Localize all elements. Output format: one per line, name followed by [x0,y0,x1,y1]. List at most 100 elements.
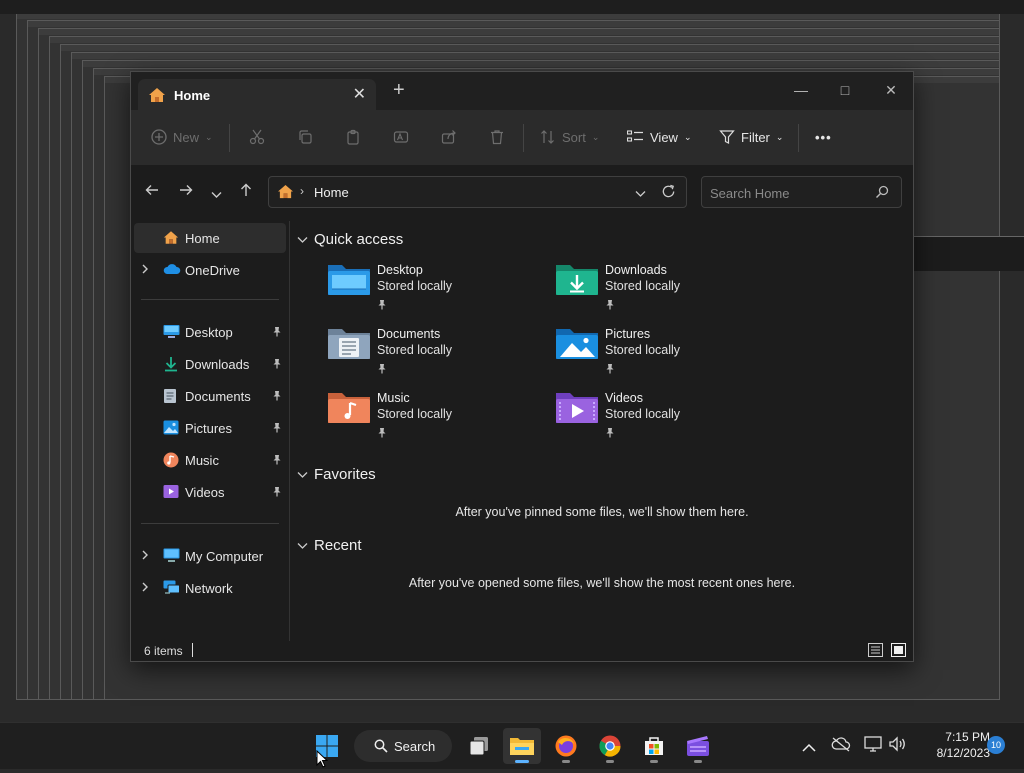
search-box[interactable] [701,176,902,208]
more-options-button[interactable]: ••• [815,126,832,148]
quick-access-location: Stored locally [377,343,453,357]
tab-close-icon[interactable]: ✕ [353,84,366,104]
sidebar-item-label: Documents [185,389,251,404]
music-folder-icon [327,389,371,430]
forward-button[interactable] [179,183,193,202]
firefox-taskbar-button[interactable] [547,728,585,764]
sidebar-item-onedrive[interactable]: OneDrive [134,255,286,285]
clipchamp-taskbar-button[interactable] [679,728,717,764]
sidebar-item-documents[interactable]: Documents [134,381,286,411]
copy-button[interactable] [297,126,313,148]
quick-access-item-documents[interactable]: Documents Stored locally [327,325,547,385]
up-button[interactable] [239,183,253,202]
plus-circle-icon [151,129,167,145]
pin-icon [605,297,615,315]
sidebar-item-network[interactable]: Network [134,573,286,603]
download-icon [163,356,179,375]
chevron-down-icon: ⌄ [591,131,600,142]
status-separator [192,643,193,657]
recent-header[interactable]: Recent [297,537,362,554]
show-hidden-icons-button[interactable] [802,739,816,757]
sidebar-item-downloads[interactable]: Downloads [134,349,286,379]
chevron-right-icon[interactable] [140,548,150,565]
breadcrumb-home[interactable]: Home [314,185,349,200]
status-bar: 6 items [131,641,913,661]
quick-access-header[interactable]: Quick access [297,231,403,248]
filter-button[interactable]: Filter ⌄ [719,126,783,148]
quick-access-item-music[interactable]: Music Stored locally [327,389,547,449]
new-button[interactable]: New ⌄ [151,126,213,148]
file-explorer-taskbar-button[interactable] [503,728,541,764]
search-icon[interactable] [875,185,889,204]
active-indicator [515,760,529,763]
clock-time: 7:15 PM [945,730,990,744]
view-button[interactable]: View ⌄ [627,126,692,148]
chrome-taskbar-button[interactable] [591,728,629,764]
background-window-bar [83,61,999,67]
back-button[interactable] [145,183,159,202]
task-view-button[interactable] [460,728,498,764]
home-icon [277,184,294,204]
cut-button[interactable] [249,126,265,148]
quick-access-location: Stored locally [377,279,453,293]
paste-button[interactable] [345,126,361,148]
clock[interactable]: 7:15 PM 8/12/2023 [910,729,990,761]
quick-access-item-videos[interactable]: Videos Stored locally [555,389,775,449]
new-tab-button[interactable]: + [393,79,405,102]
taskbar-search-button[interactable]: Search [354,730,452,762]
delete-button[interactable] [489,126,505,148]
quick-access-location: Stored locally [605,407,681,421]
search-input[interactable] [708,183,872,203]
scissors-icon [249,129,265,145]
sort-icon [541,130,554,144]
quick-access-item-downloads[interactable]: Downloads Stored locally [555,261,775,321]
chevron-right-icon[interactable] [140,262,150,279]
rename-button[interactable] [393,126,409,148]
home-icon [148,87,166,108]
sidebar-item-videos[interactable]: Videos [134,477,286,507]
store-taskbar-button[interactable] [635,728,673,764]
rename-icon [393,131,409,143]
quick-access-title: Quick access [314,231,404,248]
sidebar-item-music[interactable]: Music [134,445,286,475]
address-bar[interactable]: › Home [268,176,687,208]
arrow-up-icon [241,183,251,196]
chevron-down-icon [297,542,308,549]
pin-icon [272,325,282,340]
sidebar-item-label: Music [185,453,219,468]
notification-badge[interactable]: 10 [987,736,1005,754]
onedrive-tray-button[interactable] [831,736,851,757]
sidebar-item-desktop[interactable]: Desktop [134,317,286,347]
quick-access-item-desktop[interactable]: Desktop Stored locally [327,261,547,321]
running-indicator [562,760,570,763]
recent-locations-button[interactable] [211,186,222,204]
sidebar-item-pictures[interactable]: Pictures [134,413,286,443]
sidebar-item-home[interactable]: Home [134,223,286,253]
sidebar-item-my-computer[interactable]: My Computer [134,541,286,571]
minimize-button[interactable]: — [781,76,821,104]
tab-home[interactable]: Home ✕ [138,79,376,111]
network-tray-button[interactable] [864,736,882,757]
quick-access-name: Videos [605,391,643,405]
pictures-folder-icon [555,325,599,366]
close-window-button[interactable]: ✕ [871,76,911,104]
favorites-header[interactable]: Favorites [297,466,376,483]
refresh-icon[interactable] [661,184,676,204]
title-bar[interactable]: Home ✕ + — □ ✕ [131,72,913,111]
quick-access-item-pictures[interactable]: Pictures Stored locally [555,325,775,385]
sidebar-item-label: My Computer [185,549,264,564]
maximize-button[interactable]: □ [825,76,865,104]
volume-tray-button[interactable] [888,736,906,757]
pin-icon [272,389,282,404]
tiles-view-icon[interactable] [891,643,907,657]
share-button[interactable] [441,126,457,148]
background-window-panel [913,236,1024,271]
address-dropdown-icon[interactable] [635,185,646,203]
breadcrumb-separator: › [300,184,304,198]
recent-empty-message: After you've opened some files, we'll sh… [408,576,796,590]
details-view-icon[interactable] [868,643,884,657]
background-window-bar [72,53,999,59]
file-explorer-window: Home ✕ + — □ ✕ New ⌄ Sort ⌄ View ⌄ Filte… [130,71,914,662]
sort-button[interactable]: Sort ⌄ [540,126,599,148]
chevron-right-icon[interactable] [140,580,150,597]
